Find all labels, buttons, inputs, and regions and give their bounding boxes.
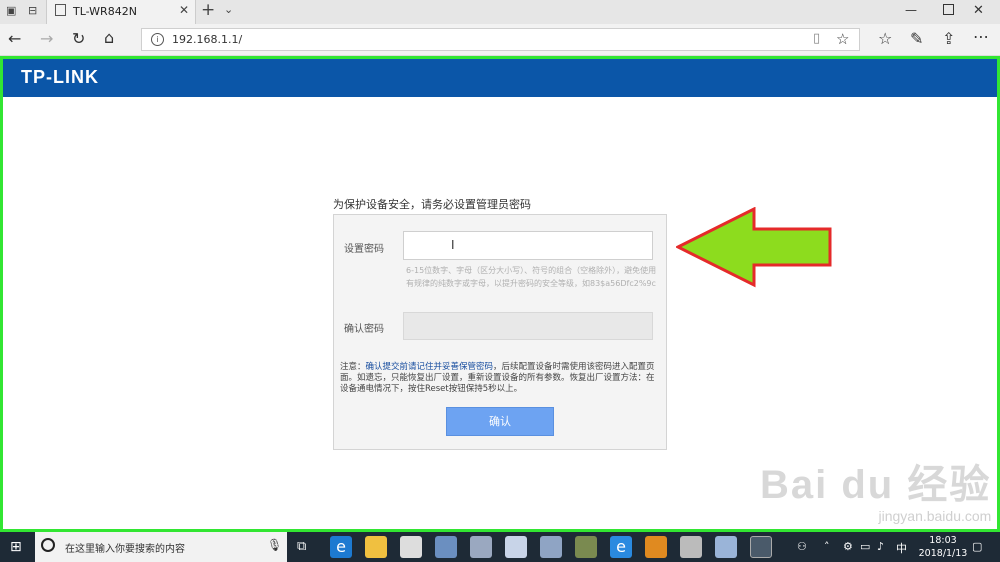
set-password-input[interactable]: Ⅰ	[403, 231, 653, 260]
browser-title-bar: ▣ ⊟ TL-WR842N ✕ + ⌄ — ✕	[0, 0, 1000, 24]
active-app-icon[interactable]	[750, 536, 772, 558]
password-hint: 6-15位数字、字母（区分大小写）、符号的组合（空格除外），避免使用有规律的纯数…	[406, 266, 657, 288]
app-icon-8[interactable]	[575, 536, 597, 558]
browser-tab[interactable]: TL-WR842N ✕	[46, 0, 196, 24]
confirm-password-label: 确认密码	[344, 324, 384, 335]
tab-preview-icon[interactable]: ▣	[6, 4, 16, 17]
tray-app-icon[interactable]: ⚙	[843, 540, 853, 553]
battery-icon[interactable]: ▭	[860, 540, 870, 553]
router-header: TP-LINK	[3, 59, 997, 97]
clock-time[interactable]: 18:03	[923, 535, 963, 546]
clock-date[interactable]: 2018/1/13	[913, 548, 973, 559]
action-center-icon[interactable]: ▢	[972, 540, 982, 553]
edge-icon[interactable]: e	[330, 536, 352, 558]
tab-title: TL-WR842N	[73, 5, 137, 18]
media-player-icon[interactable]	[645, 536, 667, 558]
note-prefix: 注意：	[340, 362, 366, 372]
close-window-icon[interactable]: ✕	[973, 3, 984, 18]
watermark-brand: Bai du 经验	[760, 463, 992, 507]
app-icon-5[interactable]	[470, 536, 492, 558]
app-icon-6[interactable]	[505, 536, 527, 558]
set-tabs-aside-icon[interactable]: ⊟	[28, 4, 37, 17]
chevron-down-icon[interactable]: ⌄	[224, 3, 233, 16]
ime-indicator[interactable]: 中	[896, 540, 907, 556]
windows-start-icon[interactable]: ⊞	[10, 539, 22, 555]
internet-explorer-icon[interactable]: e	[610, 536, 632, 558]
favorites-icon[interactable]: ☆	[878, 29, 892, 49]
forward-arrow-icon[interactable]: →	[40, 29, 53, 49]
set-password-label: 设置密码	[344, 244, 384, 255]
people-icon[interactable]: ⚇	[797, 540, 807, 553]
printer-icon[interactable]	[680, 536, 702, 558]
page-icon	[55, 4, 66, 16]
app-icon-12[interactable]	[715, 536, 737, 558]
cortana-icon	[41, 538, 55, 552]
baidu-watermark: Bai du 经验 jingyan.baidu.com	[760, 452, 991, 524]
text-cursor-icon: Ⅰ	[451, 238, 455, 252]
url-text[interactable]: 192.168.1.1/	[172, 33, 242, 46]
reading-view-icon[interactable]: ▯	[813, 31, 820, 46]
annotation-arrow	[676, 207, 832, 288]
tp-link-logo: TP-LINK	[21, 67, 99, 87]
minimize-icon[interactable]: —	[905, 3, 917, 17]
restore-icon[interactable]	[943, 4, 954, 15]
file-explorer-icon[interactable]	[365, 536, 387, 558]
back-arrow-icon[interactable]: ←	[8, 29, 21, 49]
calculator-icon[interactable]	[400, 536, 422, 558]
new-tab-button[interactable]: +	[201, 0, 215, 20]
note-highlight-link[interactable]: 确认提交前请记住并妥善保管密码	[366, 362, 494, 372]
confirm-password-input[interactable]	[403, 312, 653, 340]
network-monitor-icon[interactable]	[540, 536, 562, 558]
share-icon[interactable]: ⇪	[942, 29, 955, 49]
taskbar-search-box[interactable]: 在这里输入你要搜索的内容 🎙	[35, 532, 287, 562]
notice-text: 为保护设备安全，请务必设置管理员密码	[333, 198, 531, 211]
pen-icon[interactable]: ✎	[910, 29, 923, 49]
watermark-url: jingyan.baidu.com	[878, 508, 992, 524]
arrow-shape	[676, 207, 832, 288]
info-icon[interactable]: i	[151, 33, 164, 46]
microphone-icon[interactable]: 🎙	[267, 538, 282, 552]
volume-icon[interactable]: ♪	[877, 540, 884, 553]
home-icon[interactable]: ⌂	[104, 28, 114, 48]
search-placeholder: 在这里输入你要搜索的内容	[65, 544, 185, 555]
app-icon-4[interactable]	[435, 536, 457, 558]
task-view-icon[interactable]: ⧉	[297, 539, 306, 554]
show-hidden-icons[interactable]: ˄	[824, 540, 830, 553]
refresh-icon[interactable]: ↻	[72, 29, 85, 49]
address-bar[interactable]: i 192.168.1.1/ ▯ ☆	[141, 28, 860, 51]
note-text: 注意：确认提交前请记住并妥善保管密码，后续配置设备时需使用该密码进入配置页面。如…	[340, 362, 658, 395]
confirm-button[interactable]: 确认	[446, 407, 554, 436]
close-tab-icon[interactable]: ✕	[179, 3, 189, 17]
star-icon[interactable]: ☆	[836, 30, 849, 48]
more-icon[interactable]: ⋯	[973, 27, 989, 47]
